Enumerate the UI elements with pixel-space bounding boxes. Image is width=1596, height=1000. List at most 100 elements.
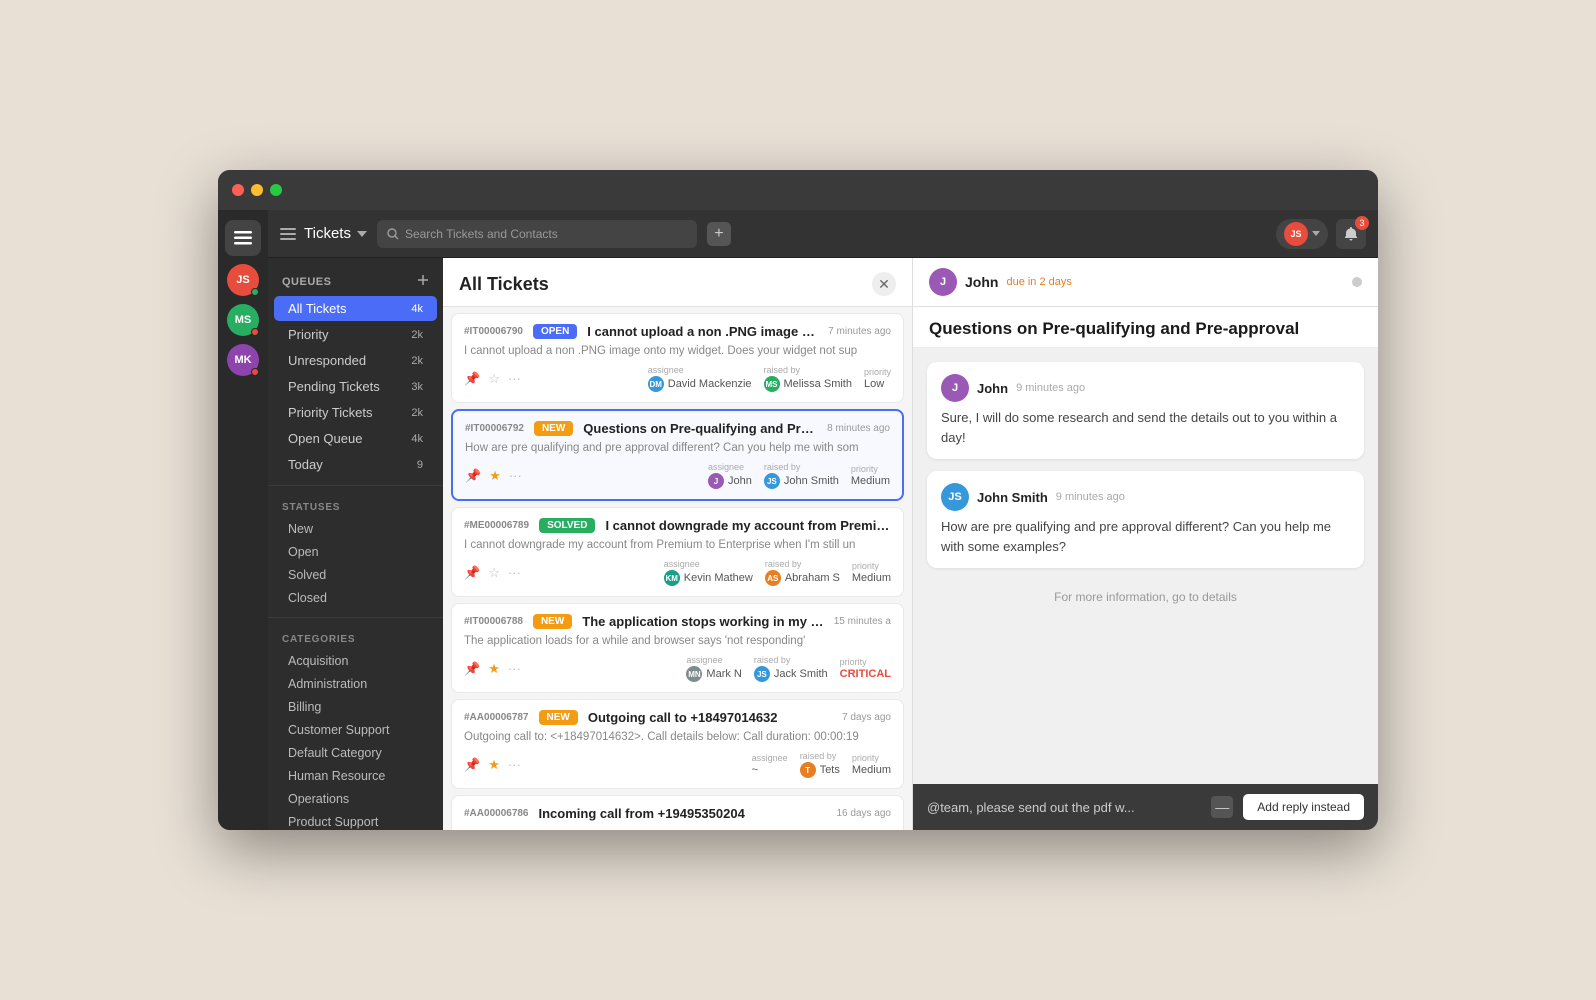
ticket-actions: 📌 ☆ ··· xyxy=(464,371,521,387)
pin-icon[interactable]: 📌 xyxy=(465,468,481,484)
ticket-card[interactable]: #ME00006789 SOLVED I cannot downgrade my… xyxy=(451,507,904,597)
ticket-top-row: #AA00006786 Incoming call from +19495350… xyxy=(464,806,891,821)
ticket-subject: Outgoing call to +18497014632 xyxy=(588,710,832,725)
sidebar-cat-billing[interactable]: Billing xyxy=(274,696,437,718)
user-avatar-ms[interactable]: MS xyxy=(227,304,259,336)
chat-header-info: John due in 2 days xyxy=(965,274,1072,290)
ticket-status-badge: SOLVED xyxy=(539,518,595,533)
star-icon[interactable]: ☆ xyxy=(488,565,500,581)
ticket-preview: Outgoing call to: <+18497014632>. Call d… xyxy=(464,731,891,743)
more-icon[interactable]: ··· xyxy=(508,661,521,676)
message-bubble: JS John Smith 9 minutes ago How are pre … xyxy=(927,471,1364,568)
sidebar-cat-administration[interactable]: Administration xyxy=(274,673,437,695)
pin-icon[interactable]: 📌 xyxy=(464,661,480,677)
sidebar-item-unresponded[interactable]: Unresponded 2k xyxy=(274,348,437,373)
maximize-window-button[interactable] xyxy=(270,184,282,196)
sidebar-status-open[interactable]: Open xyxy=(274,541,437,563)
chat-due-text: due in 2 days xyxy=(1006,276,1071,288)
priority-meta: priority Medium xyxy=(851,464,890,487)
search-placeholder: Search Tickets and Contacts xyxy=(405,227,558,241)
sidebar-item-priority-tickets[interactable]: Priority Tickets 2k xyxy=(274,400,437,425)
notifications-button[interactable]: 3 xyxy=(1336,219,1366,249)
add-reply-button[interactable]: Add reply instead xyxy=(1243,794,1364,820)
ticket-card[interactable]: #IT00006788 NEW The application stops wo… xyxy=(451,603,904,693)
search-bar[interactable]: Search Tickets and Contacts xyxy=(377,220,697,248)
tickets-title: All Tickets xyxy=(459,274,549,295)
ticket-card[interactable]: #IT00006792 NEW Questions on Pre-qualify… xyxy=(451,409,904,501)
chat-messages: J John 9 minutes ago Sure, I will do som… xyxy=(913,348,1378,784)
add-queue-icon[interactable] xyxy=(417,274,429,289)
ticket-id: #IT00006788 xyxy=(464,616,523,627)
chat-ticket-title: Questions on Pre-qualifying and Pre-appr… xyxy=(929,319,1362,339)
sidebar-status-closed[interactable]: Closed xyxy=(274,587,437,609)
more-icon[interactable]: ··· xyxy=(509,468,522,483)
sidebar-status-new[interactable]: New xyxy=(274,518,437,540)
user-profile-button[interactable]: JS xyxy=(1276,219,1328,249)
raised-avatar: JS xyxy=(754,666,770,682)
sidebar-item-priority[interactable]: Priority 2k xyxy=(274,322,437,347)
raised-avatar: AS xyxy=(765,570,781,586)
sidebar-cat-human-resource[interactable]: Human Resource xyxy=(274,765,437,787)
user3-status-dot xyxy=(251,368,259,376)
ticket-time: 15 minutes a xyxy=(834,616,891,627)
raised-meta: raised by JS John Smith xyxy=(764,462,839,489)
chat-sender-avatar: J xyxy=(929,268,957,296)
chat-header-left: J John due in 2 days xyxy=(929,268,1072,296)
new-ticket-button[interactable]: + xyxy=(707,222,731,246)
sidebar-item-pending-tickets[interactable]: Pending Tickets 3k xyxy=(274,374,437,399)
sidebar-item-today[interactable]: Today 9 xyxy=(274,452,437,477)
sidebar-cat-product-support[interactable]: Product Support xyxy=(274,811,437,830)
more-info-link[interactable]: For more information, go to details xyxy=(927,580,1364,614)
more-icon[interactable]: ··· xyxy=(508,371,521,386)
app-body: JS MS MK Tic xyxy=(218,210,1378,830)
assignee-meta: assignee DM David Mackenzie xyxy=(648,365,752,392)
close-window-button[interactable] xyxy=(232,184,244,196)
nav-rail: JS MS MK xyxy=(218,210,268,830)
ticket-subject: I cannot upload a non .PNG image onto my… xyxy=(587,324,818,339)
close-panel-button[interactable]: ✕ xyxy=(872,272,896,296)
chat-status-indicator xyxy=(1352,277,1362,287)
sidebar-item-all-tickets[interactable]: All Tickets 4k xyxy=(274,296,437,321)
star-icon[interactable]: ☆ xyxy=(488,371,500,387)
pin-icon[interactable]: 📌 xyxy=(464,757,480,773)
pin-icon[interactable]: 📌 xyxy=(464,565,480,581)
ticket-actions: 📌 ★ ··· xyxy=(464,757,521,773)
star-icon[interactable]: ★ xyxy=(488,757,500,773)
star-icon[interactable]: ★ xyxy=(488,661,500,677)
chat-header: J John due in 2 days xyxy=(913,258,1378,307)
more-icon[interactable]: ··· xyxy=(508,565,521,580)
sidebar-divider-2 xyxy=(268,617,443,618)
raised-avatar: JS xyxy=(764,473,780,489)
sidebar-cat-acquisition[interactable]: Acquisition xyxy=(274,650,437,672)
minimize-composer-button[interactable]: — xyxy=(1211,796,1233,818)
ticket-actions: 📌 ★ ··· xyxy=(465,468,522,484)
app-window: JS MS MK Tic xyxy=(218,170,1378,830)
tickets-nav-icon[interactable] xyxy=(225,220,261,256)
traffic-lights xyxy=(232,184,282,196)
star-icon[interactable]: ★ xyxy=(489,468,501,484)
ticket-card[interactable]: #AA00006786 Incoming call from +19495350… xyxy=(451,795,904,830)
minimize-window-button[interactable] xyxy=(251,184,263,196)
ticket-preview: I cannot upload a non .PNG image onto my… xyxy=(464,345,891,357)
more-icon[interactable]: ··· xyxy=(508,757,521,772)
pin-icon[interactable]: 📌 xyxy=(464,371,480,387)
message-time: 9 minutes ago xyxy=(1016,382,1085,394)
user-avatar-js[interactable]: JS xyxy=(227,264,259,296)
sidebar-item-open-queue[interactable]: Open Queue 4k xyxy=(274,426,437,451)
reply-input[interactable] xyxy=(927,800,1201,815)
ticket-card[interactable]: #IT00006790 OPEN I cannot upload a non .… xyxy=(451,313,904,403)
tickets-header: All Tickets ✕ xyxy=(443,258,912,307)
assignee-meta: assignee ~ xyxy=(752,753,788,776)
user-avatar-mk[interactable]: MK xyxy=(227,344,259,376)
ticket-card[interactable]: #AA00006787 NEW Outgoing call to +184970… xyxy=(451,699,904,789)
message-header: J John 9 minutes ago xyxy=(941,374,1350,402)
sidebar-cat-default-category[interactable]: Default Category xyxy=(274,742,437,764)
tickets-list: #IT00006790 OPEN I cannot upload a non .… xyxy=(443,307,912,830)
sidebar-cat-operations[interactable]: Operations xyxy=(274,788,437,810)
ticket-actions: 📌 ★ ··· xyxy=(464,661,521,677)
sidebar-status-solved[interactable]: Solved xyxy=(274,564,437,586)
sidebar-cat-customer-support[interactable]: Customer Support xyxy=(274,719,437,741)
msg-avatar: JS xyxy=(941,483,969,511)
priority-meta: priority Medium xyxy=(852,753,891,776)
ticket-status-badge: OPEN xyxy=(533,324,577,339)
